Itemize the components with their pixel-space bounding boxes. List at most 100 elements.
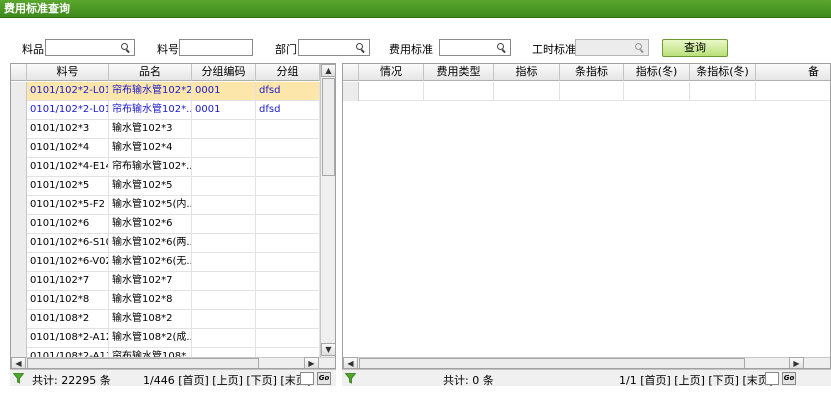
cell-material-name: 帘布输水管108*... — [109, 348, 192, 357]
cell-material-name: 输水管102*3 — [109, 120, 192, 139]
empty-row[interactable] — [343, 82, 830, 101]
cell-material-no: 0101/102*6 — [27, 215, 109, 234]
cell-group-code — [192, 158, 256, 177]
column-header-bar-index[interactable]: 条指标 — [560, 64, 624, 81]
table-row[interactable]: 0101/102*5-F2 输水管102*5(内... — [11, 196, 320, 215]
scroll-up-icon[interactable]: ▲ — [321, 64, 335, 77]
hour-std-input[interactable] — [575, 39, 649, 56]
search-icon[interactable] — [121, 43, 131, 53]
column-header-winter-index[interactable]: 指标(冬) — [624, 64, 690, 81]
column-header-code[interactable]: 分组编码 — [192, 64, 256, 81]
material-no-input[interactable] — [179, 39, 253, 56]
cell-material-name: 帘布输水管102*... — [109, 101, 192, 120]
cell-material-name: 输水管102*5 — [109, 177, 192, 196]
cell-material-no: 0101/108*2-A13... — [27, 348, 109, 357]
table-row[interactable]: 0101/102*7 输水管102*7 — [11, 272, 320, 291]
fee-pager[interactable]: 1/1 [首页] [上页] [下页] [末页] — [619, 372, 773, 388]
fee-grid: 情况 费用类型 指标 条指标 指标(冬) 条指标(冬) 备 ◀ ▶ — [342, 63, 831, 369]
cell-material-no: 0101/102*5-F2 — [27, 196, 109, 215]
column-header-fee-type[interactable]: 费用类型 — [424, 64, 494, 81]
row-indicator-header — [343, 64, 359, 81]
cell-group — [256, 177, 320, 196]
fee-total-count: 共计: 0 条 — [443, 374, 494, 387]
column-header-remark[interactable]: 备 — [756, 64, 830, 81]
cell-group-code — [192, 310, 256, 329]
row-indicator-header — [11, 64, 27, 81]
column-header-name[interactable]: 品名 — [109, 64, 192, 81]
row-indicator — [11, 82, 27, 101]
cell-material-no: 0101/102*7 — [27, 272, 109, 291]
table-row[interactable]: 0101/108*2-A13...帘布输水管108*... — [11, 348, 320, 357]
row-indicator — [11, 272, 27, 291]
material-input[interactable] — [45, 39, 135, 56]
filter-icon[interactable] — [13, 373, 24, 384]
material-grid-vscroll[interactable]: ▲ ▼ — [320, 64, 335, 357]
cell-group-code — [192, 139, 256, 158]
row-indicator — [11, 101, 27, 120]
column-header-status[interactable]: 情况 — [359, 64, 424, 81]
hour-std-label: 工时标准 — [532, 43, 576, 56]
table-row[interactable]: 0101/102*2-L01...帘布输水管102*...0001dfsd — [11, 101, 320, 120]
scroll-thumb[interactable] — [322, 78, 335, 176]
cell-material-name: 输水管102*6 — [109, 215, 192, 234]
cell-material-name: 输水管108*2(成... — [109, 329, 192, 348]
table-row[interactable]: 0101/102*6-S108输水管102*6(两... — [11, 234, 320, 253]
scroll-right-icon[interactable]: ▶ — [304, 357, 319, 368]
column-header-no[interactable]: 料号 — [27, 64, 109, 81]
cell-group-code — [192, 215, 256, 234]
material-pager[interactable]: 1/446 [首页] [上页] [下页] [末页] — [143, 372, 311, 388]
cell-material-no: 0101/102*5 — [27, 177, 109, 196]
cell-group-code — [192, 120, 256, 139]
cell-group — [256, 196, 320, 215]
cell-material-no: 0101/102*2-L01 — [27, 82, 109, 101]
cell-group-code — [192, 291, 256, 310]
table-row[interactable]: 0101/102*8 输水管102*8 — [11, 291, 320, 310]
fee-grid-hscroll[interactable]: ◀ ▶ — [343, 357, 830, 368]
scroll-left-icon[interactable]: ◀ — [343, 357, 358, 368]
table-row[interactable]: 0101/102*5 输水管102*5 — [11, 177, 320, 196]
cell-material-no: 0101/102*4 — [27, 139, 109, 158]
go-button[interactable]: Go — [782, 372, 796, 385]
filter-icon[interactable] — [345, 373, 356, 384]
cell-material-name: 输水管102*6(无... — [109, 253, 192, 272]
query-button[interactable]: 查询 — [662, 39, 728, 57]
dept-input[interactable] — [298, 39, 370, 56]
search-icon[interactable] — [356, 43, 366, 53]
column-header-group[interactable]: 分组 — [256, 64, 320, 81]
cell-material-no: 0101/108*2 — [27, 310, 109, 329]
fee-std-label: 费用标准 — [389, 43, 433, 56]
scroll-left-icon[interactable]: ◀ — [11, 357, 26, 368]
material-no-label: 料号 — [157, 43, 179, 56]
page-number-input[interactable] — [765, 372, 779, 385]
material-grid-hscroll[interactable]: ◀ ▶ — [11, 357, 335, 368]
scroll-thumb[interactable] — [27, 358, 259, 368]
table-row[interactable]: 0101/108*2 输水管108*2 — [11, 310, 320, 329]
cell-material-no: 0101/102*6-S108 — [27, 234, 109, 253]
go-button[interactable]: Go — [317, 372, 331, 385]
table-row[interactable]: 0101/102*4-E14...帘布输水管102*... — [11, 158, 320, 177]
cell-material-name: 输水管102*6(两... — [109, 234, 192, 253]
table-row[interactable]: 0101/102*6-V02 输水管102*6(无... — [11, 253, 320, 272]
table-row[interactable]: 0101/102*4 输水管102*4 — [11, 139, 320, 158]
table-row[interactable]: 0101/102*3 输水管102*3 — [11, 120, 320, 139]
scroll-right-icon[interactable]: ▶ — [789, 357, 804, 368]
cell-group — [256, 310, 320, 329]
material-label: 料品 — [22, 43, 44, 56]
table-row[interactable]: 0101/108*2-A12...输水管108*2(成... — [11, 329, 320, 348]
cell-group-code — [192, 272, 256, 291]
table-row[interactable]: 0101/102*6 输水管102*6 — [11, 215, 320, 234]
cell-group-code — [192, 253, 256, 272]
search-icon[interactable] — [635, 43, 645, 53]
search-icon[interactable] — [497, 43, 507, 53]
scroll-thumb[interactable] — [359, 358, 745, 368]
fee-std-input[interactable] — [439, 39, 511, 56]
cell-group — [256, 253, 320, 272]
page-number-input[interactable] — [300, 372, 314, 385]
cell-group — [256, 139, 320, 158]
table-row[interactable]: 0101/102*2-L01 帘布输水管102*2S 0001 dfsd — [11, 82, 320, 101]
column-header-index[interactable]: 指标 — [494, 64, 560, 81]
column-header-winter-bar-index[interactable]: 条指标(冬) — [690, 64, 756, 81]
material-total-count: 共计: 22295 条 — [32, 374, 111, 387]
scroll-down-icon[interactable]: ▼ — [321, 343, 335, 356]
cell-material-name: 输水管102*4 — [109, 139, 192, 158]
